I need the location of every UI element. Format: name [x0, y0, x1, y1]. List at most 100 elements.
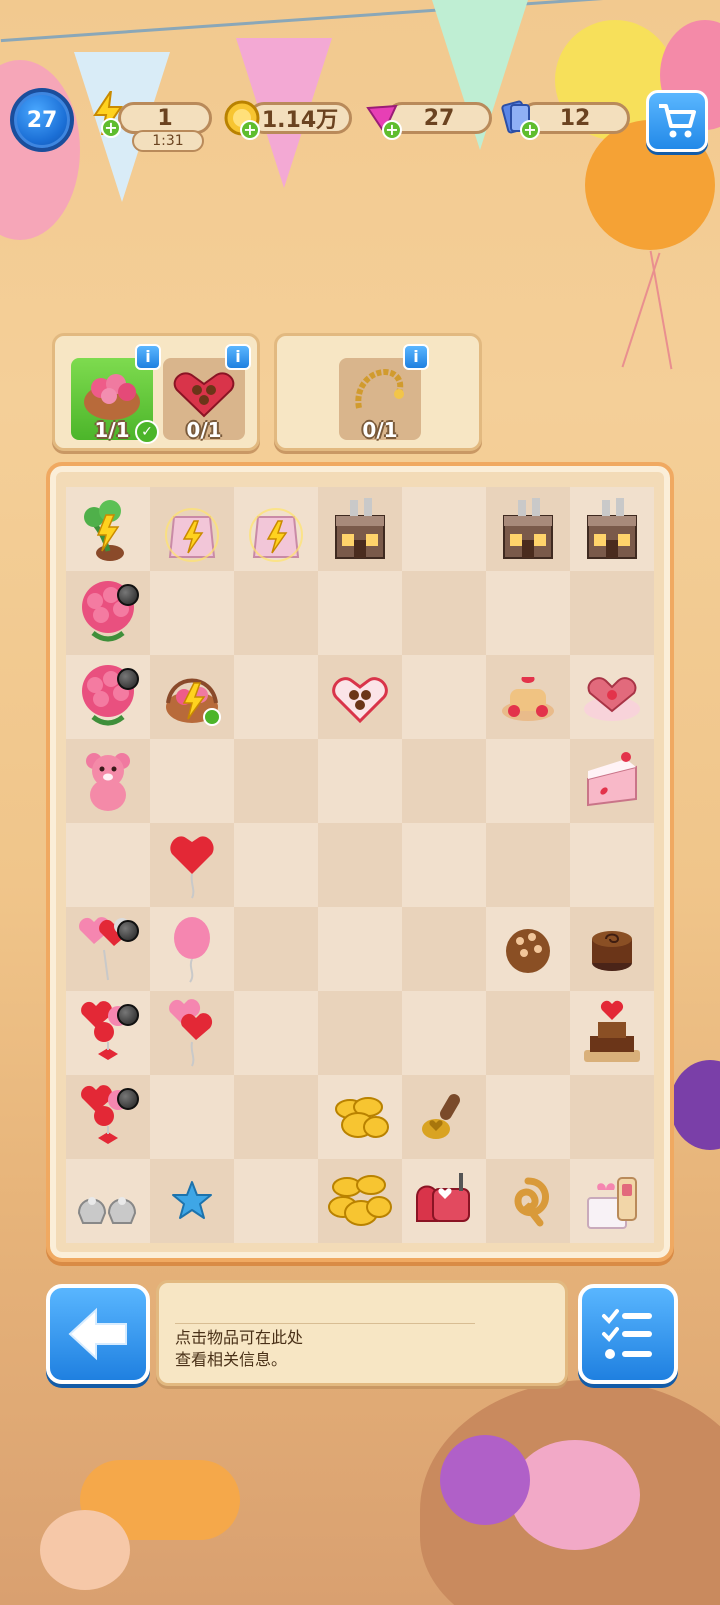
- board-cell[interactable]: [486, 1075, 570, 1159]
- board-cell[interactable]: [402, 991, 486, 1075]
- board-cell[interactable]: [486, 823, 570, 907]
- tiered-chocolate-cake-item[interactable]: [577, 998, 647, 1068]
- balloon-bunch-bow-item[interactable]: [73, 998, 143, 1068]
- back-button[interactable]: [46, 1284, 150, 1384]
- board-cell[interactable]: [234, 991, 318, 1075]
- board-cell[interactable]: [402, 1159, 486, 1243]
- board-cell[interactable]: [486, 655, 570, 739]
- board-cell[interactable]: [150, 655, 234, 739]
- board-cell[interactable]: [570, 571, 654, 655]
- blue-star-item[interactable]: [157, 1166, 227, 1236]
- board-cell[interactable]: [318, 1075, 402, 1159]
- teddy-bear-item[interactable]: [73, 746, 143, 816]
- board-cell[interactable]: [234, 1159, 318, 1243]
- board-cell[interactable]: [66, 739, 150, 823]
- board-cell[interactable]: [234, 907, 318, 991]
- board-cell[interactable]: [318, 571, 402, 655]
- order-slot-gold-bracelet[interactable]: 0/1: [339, 358, 421, 442]
- board-cell[interactable]: [234, 823, 318, 907]
- heart-balloon-bunch-item[interactable]: [73, 914, 143, 984]
- board-cell[interactable]: [402, 655, 486, 739]
- player-level-badge[interactable]: 27: [10, 88, 74, 152]
- board-cell[interactable]: [570, 739, 654, 823]
- board-cell[interactable]: [318, 823, 402, 907]
- wax-seal-stamp-item[interactable]: [409, 1082, 479, 1152]
- board-cell[interactable]: [570, 907, 654, 991]
- board-cell[interactable]: [66, 907, 150, 991]
- board-cell[interactable]: [486, 991, 570, 1075]
- task-list-button[interactable]: [578, 1284, 678, 1384]
- board-cell[interactable]: [66, 991, 150, 1075]
- board-cell[interactable]: [66, 823, 150, 907]
- rose-bouquet-large-item[interactable]: [73, 578, 143, 648]
- board-cell[interactable]: [150, 739, 234, 823]
- board-cell[interactable]: [402, 571, 486, 655]
- silver-purse-pair-item[interactable]: [73, 1166, 143, 1236]
- board-cell[interactable]: [486, 1159, 570, 1243]
- board-cell[interactable]: [402, 1075, 486, 1159]
- board-cell[interactable]: [66, 487, 150, 571]
- board-cell[interactable]: [318, 739, 402, 823]
- board-cell[interactable]: [66, 571, 150, 655]
- coin-add-button[interactable]: +: [240, 120, 260, 140]
- board-cell[interactable]: [66, 1075, 150, 1159]
- board-cell[interactable]: [234, 487, 318, 571]
- board-cell[interactable]: [486, 487, 570, 571]
- board-cell[interactable]: [150, 1075, 234, 1159]
- heart-cake-item[interactable]: [577, 662, 647, 732]
- board-cell[interactable]: [66, 655, 150, 739]
- board-cell[interactable]: [150, 907, 234, 991]
- chocolate-roll-item[interactable]: [577, 914, 647, 984]
- board-cell[interactable]: [486, 571, 570, 655]
- order-slot-chocolate-box[interactable]: 0/1: [163, 358, 245, 442]
- order-slot-rose-basket[interactable]: 1/1 ✓: [71, 358, 159, 444]
- board-cell[interactable]: [570, 823, 654, 907]
- gem-add-button[interactable]: +: [382, 120, 402, 140]
- board-cell[interactable]: [318, 487, 402, 571]
- rose-bush-generator-item[interactable]: [73, 494, 143, 564]
- board-cell[interactable]: [318, 655, 402, 739]
- board-cell[interactable]: [486, 907, 570, 991]
- balloon-bunch-bow-item[interactable]: [73, 1082, 143, 1152]
- board-cell[interactable]: [402, 487, 486, 571]
- board-cell[interactable]: [402, 823, 486, 907]
- energy-add-button[interactable]: +: [101, 118, 121, 138]
- rose-bouquet-large-item[interactable]: [73, 662, 143, 732]
- board-cell[interactable]: [234, 571, 318, 655]
- pink-balloon-item[interactable]: [157, 914, 227, 984]
- rose-basket-energy-item[interactable]: [157, 662, 227, 732]
- gift-bag-energy-item[interactable]: [157, 494, 227, 564]
- board-cell[interactable]: [570, 655, 654, 739]
- pretzel-ring-item[interactable]: [493, 1166, 563, 1236]
- board-cell[interactable]: [402, 739, 486, 823]
- board-cell[interactable]: [570, 1159, 654, 1243]
- board-cell[interactable]: [570, 487, 654, 571]
- board-cell[interactable]: [570, 991, 654, 1075]
- info-icon[interactable]: i: [135, 344, 161, 370]
- board-cell[interactable]: [318, 907, 402, 991]
- board-cell[interactable]: [486, 739, 570, 823]
- card-add-button[interactable]: +: [520, 120, 540, 140]
- board-cell[interactable]: [150, 487, 234, 571]
- chocolate-shop-item[interactable]: [577, 494, 647, 564]
- gold-coins-pile-item[interactable]: [325, 1166, 395, 1236]
- board-cell[interactable]: [570, 1075, 654, 1159]
- heart-balloon-item[interactable]: [157, 830, 227, 900]
- order-card-1[interactable]: 1/1 ✓ i 0/1 i: [52, 333, 260, 451]
- gold-coins-small-item[interactable]: [325, 1082, 395, 1152]
- cake-slice-item[interactable]: [577, 746, 647, 816]
- chocolate-shop-item[interactable]: [325, 494, 395, 564]
- mailbox-item[interactable]: [409, 1166, 479, 1236]
- info-icon[interactable]: i: [403, 344, 429, 370]
- board-cell[interactable]: [66, 1159, 150, 1243]
- gift-bag-energy-item[interactable]: [241, 494, 311, 564]
- board-cell[interactable]: [234, 1075, 318, 1159]
- board-cell[interactable]: [150, 571, 234, 655]
- board-cell[interactable]: [150, 991, 234, 1075]
- chocolate-shop-item[interactable]: [493, 494, 563, 564]
- shop-button[interactable]: [646, 90, 708, 152]
- board-cell[interactable]: [150, 1159, 234, 1243]
- board-cell[interactable]: [234, 655, 318, 739]
- board-cell[interactable]: [234, 739, 318, 823]
- order-card-2[interactable]: 0/1 i: [274, 333, 482, 451]
